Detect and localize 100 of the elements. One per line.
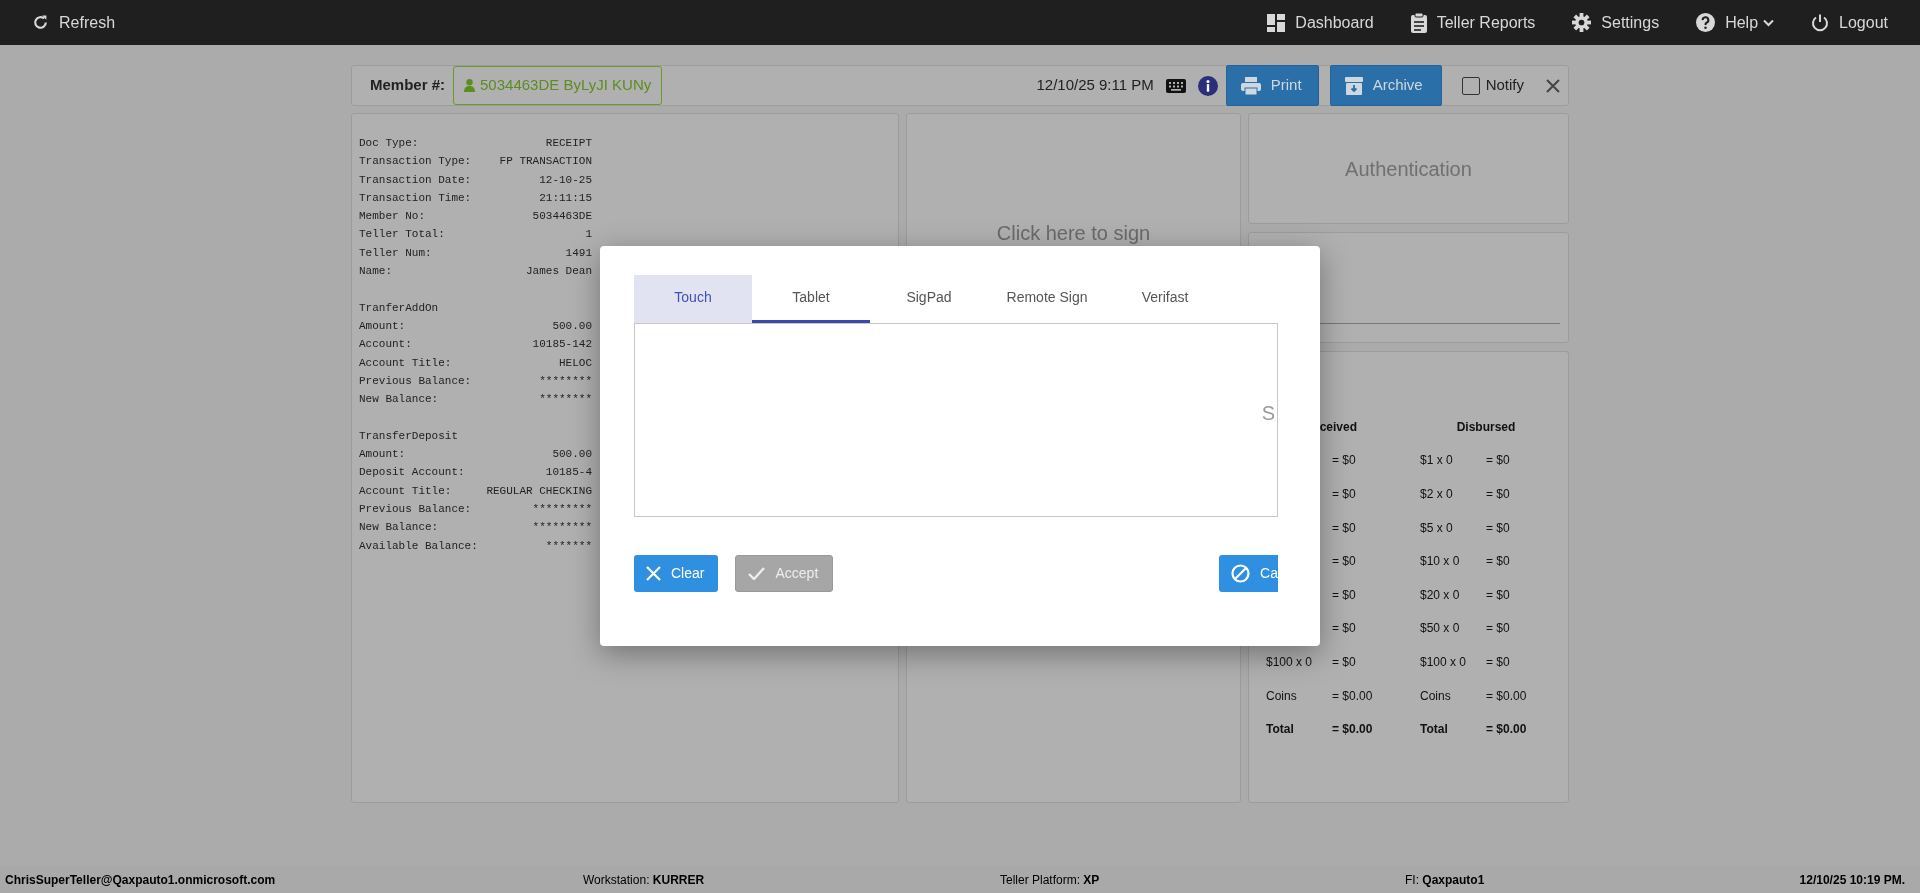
cash-amount: = $0 <box>1332 519 1357 537</box>
cash-amount: = $0 <box>1486 519 1511 537</box>
nav-link[interactable]: Help <box>1696 10 1775 35</box>
nav-link[interactable]: Settings <box>1572 10 1660 35</box>
caret-icon <box>1763 18 1775 27</box>
cash-label: $1 x 0 <box>1420 452 1454 470</box>
column-header: ceived <box>1319 418 1357 436</box>
pad-hint: S <box>1261 401 1275 426</box>
cash-amount: = $0 <box>1486 486 1511 503</box>
archive-button[interactable]: Archive <box>1329 65 1442 106</box>
help-icon <box>1696 13 1716 32</box>
receipt-label: Previous Balance: <box>359 373 472 389</box>
receipt-label: Account: <box>359 337 412 353</box>
printer-icon <box>1240 76 1261 95</box>
receipt-label: Deposit Account: <box>359 465 465 481</box>
status-item: Teller Platform: XP <box>1000 871 1100 889</box>
info-icon <box>1197 75 1218 96</box>
receipt-heading: TranferAddOn <box>359 300 440 316</box>
panel-title: Authentication <box>1345 156 1472 182</box>
receipt-label: Amount: <box>359 318 406 334</box>
cash-amount: = $0 <box>1332 653 1357 671</box>
receipt-label: Teller Num: <box>359 245 432 261</box>
nav-link[interactable]: Teller Reports <box>1410 10 1536 35</box>
dashboard-icon <box>1267 13 1286 32</box>
cash-label: $50 x 0 <box>1420 620 1461 638</box>
receipt-label: Account Title: <box>359 483 452 499</box>
cash-amount: = $0 <box>1332 553 1357 571</box>
status-datetime: 12/10/25 10:19 PM. <box>1799 871 1905 889</box>
receipt-value: HELOC <box>559 355 592 371</box>
cash-label: $5 x 0 <box>1420 519 1454 537</box>
cash-amount: = $0.00 <box>1332 721 1374 739</box>
check-icon <box>748 567 766 580</box>
receipt-value: ********* <box>532 501 592 517</box>
receipt-value: 5034463DE <box>532 209 592 225</box>
receipt-value: ******** <box>539 392 592 408</box>
receipt-value: 10185-142 <box>532 337 592 353</box>
receipt-value: 10185-4 <box>545 465 592 481</box>
receipt-label: Amount: <box>359 447 406 463</box>
receipt-value: ********* <box>532 520 592 536</box>
person-icon <box>464 79 476 92</box>
notify-label: Notify <box>1485 75 1524 96</box>
notify-checkbox[interactable] <box>1461 76 1480 95</box>
tab[interactable]: SigPad <box>870 275 988 323</box>
member-label: Member #: <box>370 75 446 96</box>
receipt-label: Doc Type: <box>359 136 419 151</box>
receipt-value: 500.00 <box>552 318 592 334</box>
cash-amount: = $0.00 <box>1486 687 1528 705</box>
keyboard-icon <box>1165 78 1186 93</box>
receipt-label: Available Balance: <box>359 538 478 554</box>
cash-amount: = $0 <box>1332 452 1357 470</box>
cash-amount: = $0.00 <box>1486 721 1528 739</box>
receipt-value: 1491 <box>565 245 592 261</box>
print-button[interactable]: Print <box>1225 65 1319 106</box>
nav-link[interactable]: Refresh <box>32 10 116 35</box>
receipt-value: RECEIPT <box>545 136 592 151</box>
cash-label: $100 x 0 <box>1420 653 1468 671</box>
receipt-heading: TransferDeposit <box>359 428 460 444</box>
cash-amount: = $0 <box>1332 620 1357 638</box>
receipt-value: 1 <box>585 227 592 243</box>
cash-label: $10 x 0 <box>1420 553 1461 571</box>
nav-link[interactable]: Dashboard <box>1267 10 1374 35</box>
receipt-label: Teller Total: <box>359 227 445 243</box>
receipt-label: Member No: <box>359 209 425 225</box>
cash-amount: = $0 <box>1332 586 1357 604</box>
column-header: Disbursed <box>1456 418 1516 436</box>
cash-label: Total <box>1266 721 1295 739</box>
clipboard-icon <box>1410 12 1427 33</box>
receipt-label: New Balance: <box>359 392 439 408</box>
ban-icon <box>1231 564 1251 583</box>
power-icon <box>1811 13 1830 32</box>
cash-label: $2 x 0 <box>1420 486 1454 503</box>
receipt-value: REGULAR CHECKING <box>486 483 592 499</box>
tab[interactable]: Touch <box>634 275 752 323</box>
receipt-value: James Dean <box>526 264 592 280</box>
status-item: Workstation: KURRER <box>583 871 705 889</box>
receipt-label: Transaction Time: <box>359 190 472 206</box>
cash-amount: = $0 <box>1332 486 1357 503</box>
settings-icon <box>1572 13 1592 32</box>
nav-link[interactable]: Logout <box>1811 10 1888 35</box>
cash-amount: = $0 <box>1486 620 1511 638</box>
close-button[interactable] <box>1546 78 1560 93</box>
tab[interactable]: Remote Sign <box>988 275 1106 323</box>
cash-amount: = $0 <box>1486 586 1511 604</box>
cash-amount: = $0 <box>1486 653 1511 671</box>
cash-amount: = $0.00 <box>1332 687 1374 705</box>
receipt-label: Account Title: <box>359 355 452 371</box>
receipt-label: Name: <box>359 264 392 280</box>
status-item: FI: Qaxpauto1 <box>1405 871 1485 889</box>
tab[interactable]: Tablet <box>752 275 870 323</box>
receipt-value: FP TRANSACTION <box>499 154 592 170</box>
refresh-icon <box>32 14 49 31</box>
cash-amount: = $0 <box>1486 452 1511 470</box>
receipt-label: New Balance: <box>359 520 439 536</box>
receipt-value: 21:11:15 <box>539 190 592 206</box>
close-icon <box>646 566 661 581</box>
tab[interactable]: Verifast <box>1106 275 1224 323</box>
archive-icon <box>1344 76 1363 95</box>
receipt-value: ******** <box>539 373 592 389</box>
cash-label: $20 x 0 <box>1420 586 1461 604</box>
date-time: 12/10/25 9:11 PM <box>1036 75 1154 96</box>
